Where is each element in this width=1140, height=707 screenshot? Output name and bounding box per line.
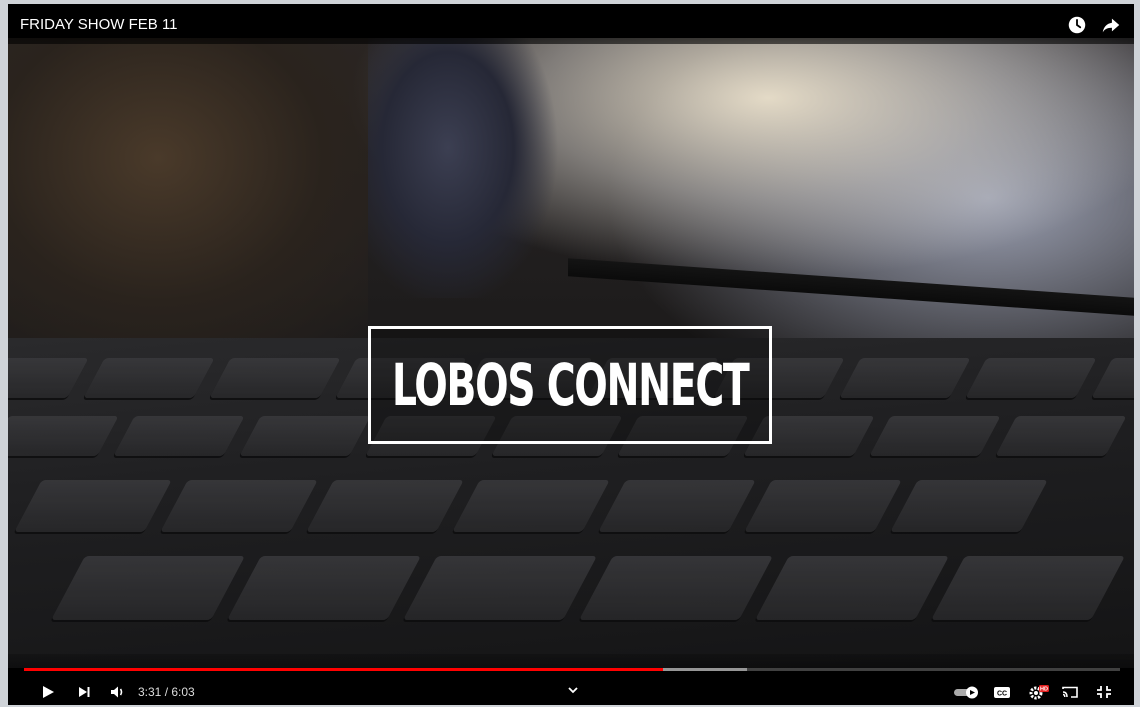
settings-icon[interactable]: HD [1026,684,1050,700]
video-frame[interactable]: LOBOS CONNECT [8,38,1134,668]
exit-fullscreen-icon[interactable] [1094,684,1114,700]
top-bar: FRIDAY SHOW FEB 11 [8,4,1134,44]
time-display: 3:31 / 6:03 [138,685,195,699]
next-icon[interactable] [74,684,94,700]
chevron-down-icon[interactable] [566,684,580,696]
autoplay-toggle-icon[interactable] [952,684,982,700]
key-row [50,556,1126,620]
title-overlay-box: LOBOS CONNECT [368,326,772,444]
volume-icon[interactable] [108,684,128,700]
background-blur [368,38,568,298]
captions-icon[interactable]: CC [992,684,1012,700]
share-icon[interactable] [1100,14,1122,36]
video-title[interactable]: FRIDAY SHOW FEB 11 [20,16,178,33]
captions-label: CC [997,691,1007,698]
play-icon[interactable] [38,684,58,700]
key-row [14,480,1048,532]
video-player[interactable]: LOBOS CONNECT FRIDAY SHOW FEB 11 3:31 / … [8,4,1134,705]
progress-played [24,668,663,671]
settings-badge-label: HD [1040,687,1048,693]
laptop-screen-edge [568,258,1134,316]
player-controls: 3:31 / 6:03 CC HD [8,654,1134,705]
title-overlay-text: LOBOS CONNECT [391,351,750,419]
cast-icon[interactable] [1060,684,1080,700]
background-shadow [8,38,368,358]
progress-bar[interactable] [24,668,1120,671]
watch-later-icon[interactable] [1066,14,1088,36]
